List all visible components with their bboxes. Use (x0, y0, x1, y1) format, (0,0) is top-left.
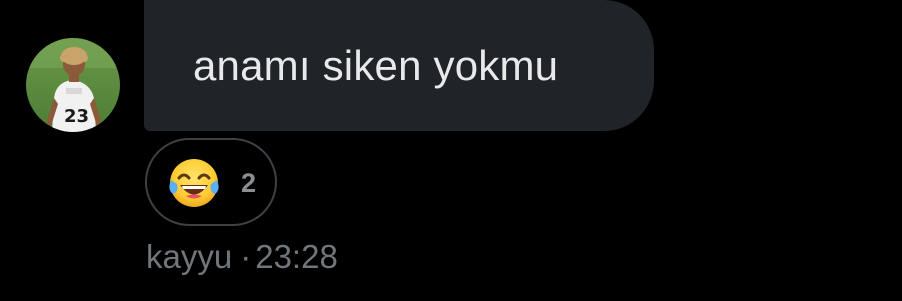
svg-text:23: 23 (64, 106, 89, 127)
message-bubble[interactable]: anamı siken yokmu (144, 0, 654, 131)
message-time: 23:28 (255, 238, 338, 275)
sender-avatar[interactable]: 23 (26, 38, 120, 132)
message-text: anamı siken yokmu (193, 42, 559, 89)
avatar-image: 23 (26, 38, 120, 132)
sender-name: kayyu (146, 238, 233, 275)
message-meta: kayyu · 23:28 (146, 238, 338, 276)
face-with-tears-of-joy-icon (167, 156, 221, 210)
meta-separator: · (240, 238, 252, 275)
reaction-count: 2 (241, 168, 257, 198)
reaction-pill[interactable]: 2 (145, 138, 277, 226)
